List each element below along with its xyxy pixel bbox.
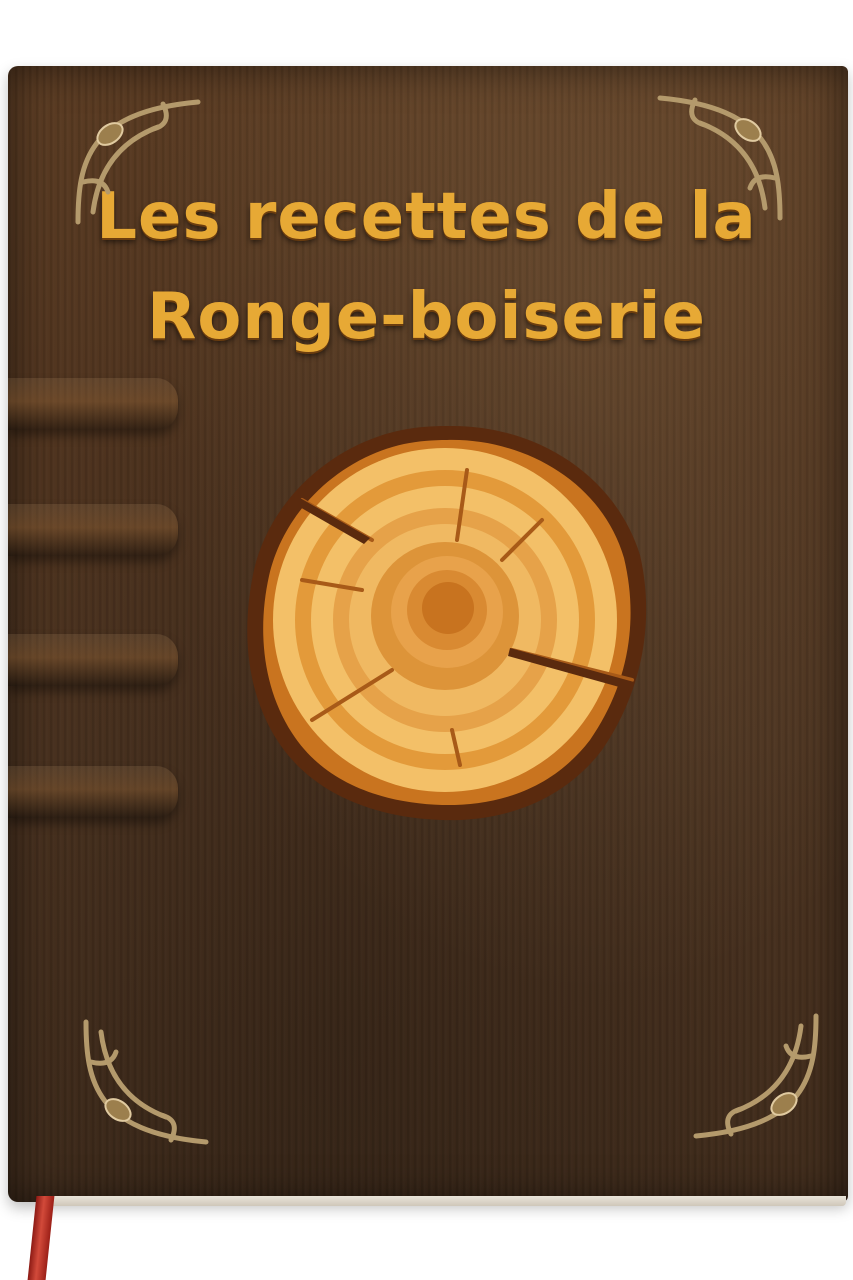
spine-band xyxy=(8,504,178,556)
book-page-edge xyxy=(40,1196,846,1206)
spine-band xyxy=(8,378,178,430)
image-stage: Les recettes de la Ronge-boiserie xyxy=(0,0,853,1280)
cover-title-line-2: Ronge-boiserie xyxy=(147,280,706,354)
ribbon-bookmark-icon xyxy=(27,1196,55,1280)
spine-band xyxy=(8,766,178,818)
ornate-brass-corner-icon xyxy=(693,1013,819,1139)
spine-band xyxy=(8,634,178,686)
ornate-brass-corner-icon xyxy=(75,99,201,225)
ornate-brass-corner-icon xyxy=(657,95,783,221)
ornate-brass-corner-icon xyxy=(83,1019,209,1145)
tree-ring-slice-icon xyxy=(247,425,647,821)
